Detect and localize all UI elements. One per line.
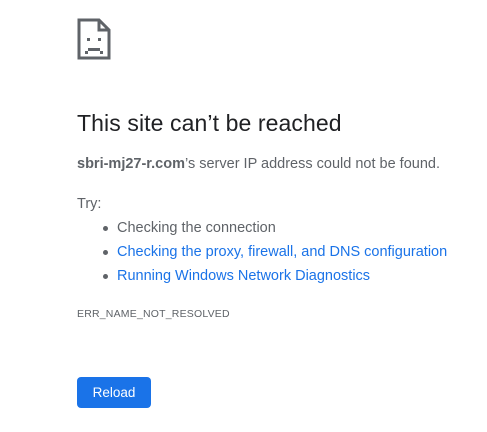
network-diagnostics-link[interactable]: Running Windows Network Diagnostics — [117, 268, 370, 284]
error-page: This site can’t be reached sbri-mj27-r.c… — [0, 0, 487, 432]
host-name: sbri-mj27-r.com — [77, 156, 185, 172]
check-proxy-link[interactable]: Checking the proxy, firewall, and DNS co… — [117, 244, 447, 260]
error-summary-text: ’s server IP address could not be found. — [185, 156, 440, 172]
error-code: ERR_NAME_NOT_RESOLVED — [77, 308, 230, 320]
try-label: Try: — [77, 196, 102, 212]
suggestion-check-connection: Checking the connection — [102, 218, 447, 242]
suggestion-network-diagnostics[interactable]: Running Windows Network Diagnostics — [102, 266, 447, 290]
suggestion-check-proxy[interactable]: Checking the proxy, firewall, and DNS co… — [102, 242, 447, 266]
page-title: This site can’t be reached — [77, 110, 342, 136]
reload-button[interactable]: Reload — [77, 377, 151, 408]
suggestions-list: Checking the connection Checking the pro… — [77, 218, 447, 290]
suggestion-label: Checking the connection — [117, 220, 276, 236]
sad-document-icon — [77, 18, 111, 60]
error-summary: sbri-mj27-r.com’s server IP address coul… — [77, 156, 440, 172]
